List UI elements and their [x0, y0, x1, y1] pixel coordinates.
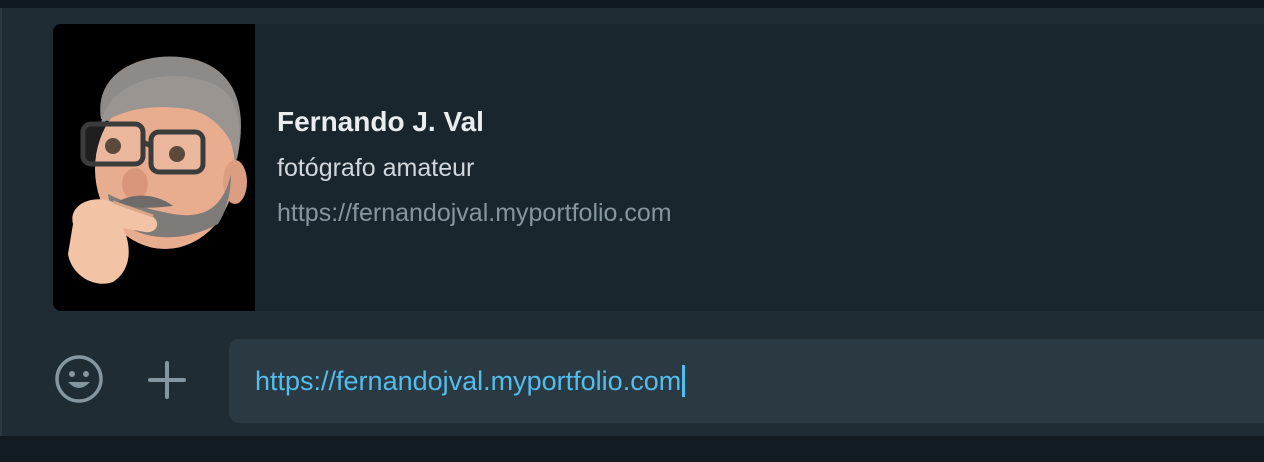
- window-bottom-strip: [0, 436, 1264, 462]
- link-preview-thumbnail: [53, 24, 255, 311]
- memoji-avatar-icon: [53, 24, 255, 311]
- link-preview-title: Fernando J. Val: [277, 106, 484, 137]
- link-preview-description: fotógrafo amateur: [277, 154, 475, 182]
- smiley-icon: [55, 355, 103, 403]
- plus-icon: [148, 361, 186, 399]
- emoji-button[interactable]: [53, 353, 105, 405]
- attach-button[interactable]: [144, 357, 190, 403]
- message-input[interactable]: https://fernandojval.myportfolio.com: [229, 339, 1264, 423]
- compose-panel: Fernando J. Val fotógrafo amateur https:…: [0, 8, 1264, 436]
- window-top-strip: [0, 0, 1264, 8]
- link-preview-card[interactable]: Fernando J. Val fotógrafo amateur https:…: [53, 24, 1264, 311]
- link-preview-url: https://fernandojval.myportfolio.com: [277, 199, 672, 227]
- message-input-text: https://fernandojval.myportfolio.com: [255, 365, 682, 396]
- text-caret: [682, 365, 686, 397]
